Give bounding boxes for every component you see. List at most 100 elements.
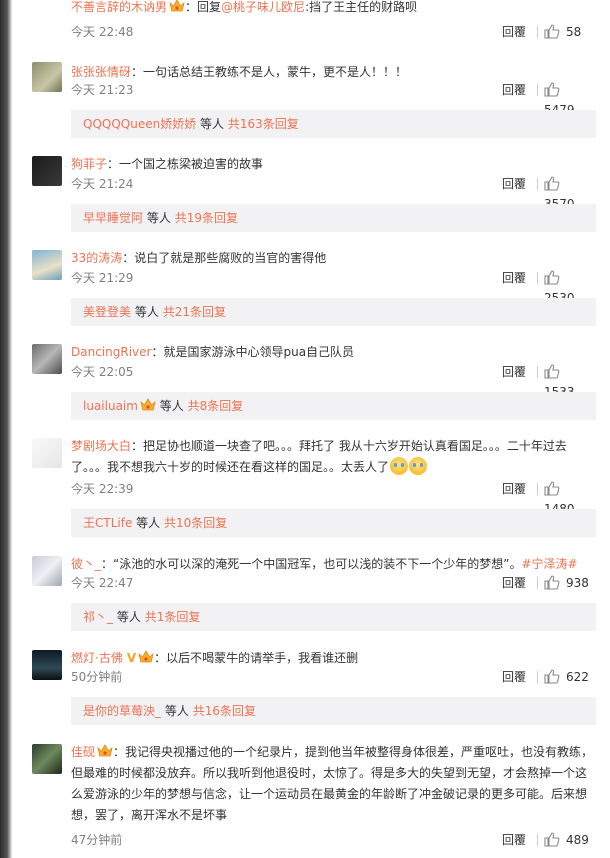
reply-button[interactable]: 回覆 [502,22,526,42]
comment-body: 彼丶_：“泳池的水可以深的淹死一个中国冠军，也可以浅的装不下一个少年的梦想”。#… [71,554,596,575]
like-button[interactable]: 938 [544,573,596,593]
avatar[interactable] [32,344,62,374]
reply-button[interactable]: 回覆 [502,362,526,382]
avatar[interactable] [32,156,62,186]
vip-crown-icon [97,744,113,757]
comment-meta: 今天 22:05回覆1533 [71,362,596,399]
comment-time: 今天 22:47 [71,576,134,590]
comment-text: 佳砚 ：我记得央视播过他的一个纪录片，提到他当年被整得身体很差，严重呕吐，也没有教… [71,742,596,826]
comment-username[interactable]: 梦剧场大白 [71,439,131,453]
comment-time: 今天 21:23 [71,83,134,97]
sub-reply-users[interactable]: 美登登美 [83,305,131,319]
page-left-edge [0,0,12,858]
comment-content: :挡了王主任的财路呗 [305,0,418,14]
comment-meta: 50分钟前 回覆 622 [71,667,596,687]
thumbs-up-icon [544,575,560,590]
comment-text: 燃灯·古佛 V ：以后不喝蒙牛的请举手，我看谁还删 [71,648,596,669]
comment-username[interactable]: 佳砚 [71,745,95,759]
sub-replies-bar[interactable]: 是你的草莓泱_ 等人 共16条回复 [71,697,596,725]
comment-time: 今天 22:05 [71,365,134,379]
meta-divider [537,272,538,284]
sub-reply-count-link[interactable]: 共21条回复 [163,305,226,319]
thumbs-up-icon [544,832,560,847]
comment-meta: 今天 22:47 回覆 938 [71,573,596,593]
sub-reply-users[interactable]: 祁丶_ [83,610,113,624]
sub-reply-users[interactable]: QQQQQueen娇娇娇 [83,117,196,131]
meta-divider [537,26,538,38]
hashtag-link[interactable]: #宁泽涛# [521,557,577,571]
comment-text: 梦剧场大白：把足协也顺道一块查了吧。。。拜托了 我从十六岁开始认真看国足。。。二… [71,436,596,478]
comment-username[interactable]: 33的涛涛 [71,251,122,265]
comment-colon: ： [185,0,198,14]
like-button[interactable]: 622 [544,667,596,687]
meta-divider [537,834,538,846]
comment-time: 今天 21:29 [71,271,134,285]
comment-body: 33的涛涛：说白了就是那些腐败的当官的害得他 [71,248,596,269]
avatar[interactable] [32,650,62,680]
comment-text: DancingRiver：就是国家游泳中心领导pua自己队员 [71,342,596,363]
comment-colon: ： [107,157,120,171]
comment-username[interactable]: DancingRiver [71,345,151,359]
comment-content: “泳池的水可以深的淹死一个中国冠军，也可以浅的装不下一个少年的梦想”。 [113,557,522,571]
sub-reply-count-link[interactable]: 共19条回复 [175,211,238,225]
comment-username[interactable]: 彼丶_ [71,557,101,571]
sub-reply-count-link[interactable]: 共1条回复 [145,610,201,624]
sub-reply-users[interactable]: 是你的草莓泱_ [83,704,161,718]
sub-reply-users[interactable]: luailuaim [83,399,138,413]
meta-divider [537,366,538,378]
like-button[interactable]: 489 [544,830,596,850]
comment-meta: 今天 22:48 回覆 58 [71,22,596,42]
sub-replies-bar[interactable]: 祁丶_ 等人 共1条回复 [71,603,596,631]
like-button[interactable]: 58 [544,22,596,42]
sub-replies-bar[interactable]: luailuaim 等人 共8条回复 [71,392,596,420]
avatar[interactable] [32,438,62,468]
comment-text: 狗菲子：一个国之栋梁被迫害的故事 [71,154,596,175]
comment-time: 今天 21:24 [71,177,134,191]
reply-button[interactable]: 回覆 [502,479,526,499]
reply-button[interactable]: 回覆 [502,268,526,288]
sub-reply-count-link[interactable]: 共16条回复 [193,704,256,718]
comment-meta: 今天 21:29回覆2530 [71,268,596,305]
avatar[interactable] [32,62,62,92]
sub-replies-bar[interactable]: 美登登美 等人 共21条回复 [71,298,596,326]
sub-replies-bar[interactable]: 王CTLife 等人 共10条回复 [71,509,596,537]
comment-colon: ： [154,651,167,665]
comment-time: 50分钟前 [71,670,123,684]
meta-divider [537,483,538,495]
avatar[interactable] [32,744,62,774]
like-count: 58 [566,25,582,39]
comment-username[interactable]: 狗菲子 [71,157,107,171]
avatar[interactable] [32,556,62,586]
sub-reply-mid: 等人 [164,704,189,718]
sub-reply-count-link[interactable]: 共163条回复 [228,117,299,131]
meta-divider [537,178,538,190]
comment-colon: ： [151,345,164,359]
comment-username[interactable]: 不善言辞的木讷男 [71,0,167,14]
crying-emoji-icon [409,457,428,475]
comment-username[interactable]: 燃灯·古佛 [71,651,123,665]
reply-button[interactable]: 回覆 [502,573,526,593]
reply-button[interactable]: 回覆 [502,174,526,194]
sub-reply-count-link[interactable]: 共8条回复 [188,399,244,413]
reply-button[interactable]: 回覆 [502,667,526,687]
comment-colon: ： [113,745,126,759]
comment-time: 今天 22:48 [71,25,134,39]
comment-meta: 今天 22:39回覆1480 [71,479,596,516]
comment-content: 回复 [197,0,222,14]
comment-time: 47分钟前 [71,833,123,847]
sub-replies-bar[interactable]: QQQQQueen娇娇娇 等人 共163条回复 [71,110,596,138]
sub-reply-mid: 等人 [146,211,171,225]
avatar[interactable] [32,250,62,280]
sub-reply-users[interactable]: 王CTLife [83,516,132,530]
sub-reply-count-link[interactable]: 共10条回复 [164,516,227,530]
sub-replies-bar[interactable]: 早早睡觉阿 等人 共19条回复 [71,204,596,232]
reply-button[interactable]: 回覆 [502,830,526,850]
sub-reply-mid: 等人 [159,399,184,413]
sub-reply-mid: 等人 [134,305,159,319]
mention-link[interactable]: @桃子味儿欧尼 [221,0,305,14]
reply-button[interactable]: 回覆 [502,80,526,100]
sub-reply-mid: 等人 [116,610,141,624]
thumbs-up-icon [544,481,560,496]
sub-reply-users[interactable]: 早早睡觉阿 [83,211,143,225]
comment-username[interactable]: 张张张情砑 [71,65,131,79]
